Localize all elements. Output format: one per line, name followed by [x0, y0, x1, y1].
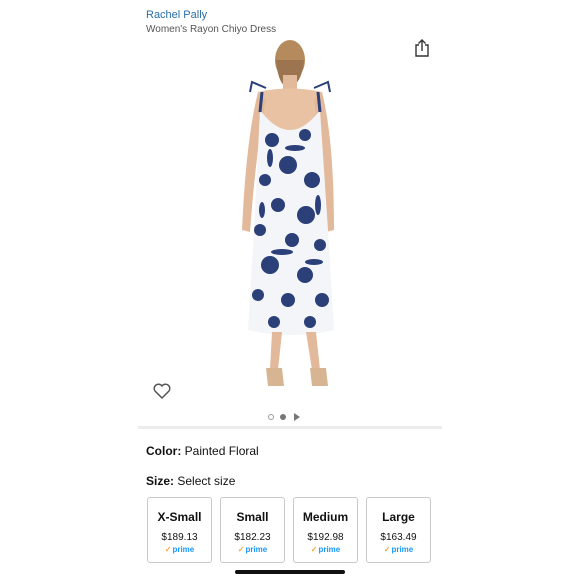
size-price: $163.49 — [380, 532, 417, 543]
check-icon: ✓ — [310, 545, 318, 554]
brand-link[interactable]: Rachel Pally — [146, 9, 207, 21]
pager-dot-inactive-icon[interactable] — [268, 414, 274, 420]
prime-label: prime — [172, 545, 195, 554]
size-row: Size: Select size — [146, 474, 235, 488]
size-name: Large — [382, 510, 415, 524]
image-pager[interactable] — [268, 411, 300, 423]
prime-badge: ✓prime — [148, 545, 211, 554]
size-option-x-small[interactable]: X-Small $189.13 ✓prime — [147, 497, 212, 563]
check-icon: ✓ — [164, 545, 172, 554]
size-options: X-Small $189.13 ✓prime Small $182.23 ✓pr… — [147, 497, 431, 563]
size-option-medium[interactable]: Medium $192.98 ✓prime — [293, 497, 358, 563]
size-name: Medium — [302, 510, 349, 524]
size-value: Select size — [177, 474, 236, 488]
check-icon: ✓ — [383, 545, 391, 554]
color-value: Painted Floral — [184, 444, 259, 458]
pager-dot-active-icon[interactable] — [280, 414, 286, 420]
prime-label: prime — [318, 545, 341, 554]
size-name: Small — [236, 510, 269, 524]
home-indicator[interactable] — [235, 570, 345, 574]
prime-badge: ✓prime — [221, 545, 284, 554]
size-name: X-Small — [157, 510, 202, 524]
divider — [138, 426, 442, 429]
prime-badge: ✓prime — [367, 545, 430, 554]
size-label: Size: — [146, 474, 175, 488]
color-label: Color: — [146, 444, 182, 458]
size-price: $182.23 — [234, 532, 271, 543]
prime-label: prime — [391, 545, 414, 554]
check-icon: ✓ — [237, 545, 245, 554]
size-option-small[interactable]: Small $182.23 ✓prime — [220, 497, 285, 563]
size-price: $192.98 — [307, 532, 344, 543]
product-image[interactable] — [210, 30, 380, 400]
prime-badge: ✓prime — [294, 545, 357, 554]
color-row: Color: Painted Floral — [146, 444, 259, 458]
heart-icon[interactable] — [152, 381, 172, 401]
size-price: $189.13 — [161, 532, 198, 543]
play-triangle-icon[interactable] — [294, 413, 300, 421]
size-option-large[interactable]: Large $163.49 ✓prime — [366, 497, 431, 563]
prime-label: prime — [245, 545, 268, 554]
share-icon[interactable] — [414, 39, 430, 57]
